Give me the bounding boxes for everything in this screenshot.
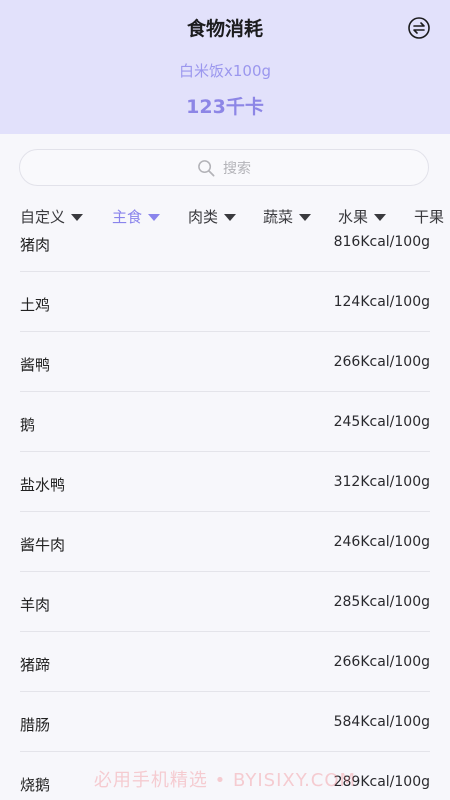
food-calories: 584Kcal/100g bbox=[333, 714, 430, 730]
list-item[interactable]: 鹅 245Kcal/100g bbox=[20, 392, 430, 452]
food-calories: 245Kcal/100g bbox=[333, 414, 430, 430]
food-calories: 816Kcal/100g bbox=[333, 234, 430, 250]
calorie-total: 123千卡 bbox=[186, 96, 264, 118]
search-placeholder: 搜索 bbox=[223, 161, 251, 177]
list-item[interactable]: 羊肉 285Kcal/100g bbox=[20, 572, 430, 632]
list-item[interactable]: 猪蹄 266Kcal/100g bbox=[20, 632, 430, 692]
food-name: 酱鸭 bbox=[20, 356, 51, 374]
food-name: 鹅 bbox=[20, 416, 36, 434]
search-icon bbox=[198, 159, 215, 176]
food-name: 土鸡 bbox=[20, 296, 51, 314]
app-screen: 食物消耗 白米饭x100g 123千卡 搜索 自定义 主食 肉类 蔬菜 水果 干… bbox=[0, 0, 450, 800]
watermark: 必用手机精选 • BYISIXY.COM bbox=[93, 770, 357, 791]
food-name: 腊肠 bbox=[20, 716, 51, 734]
food-calories: 124Kcal/100g bbox=[333, 294, 430, 310]
list-item[interactable]: 猪肉 816Kcal/100g bbox=[20, 212, 430, 272]
search-inner: 搜索 bbox=[197, 158, 251, 178]
list-item[interactable]: 土鸡 124Kcal/100g bbox=[20, 272, 430, 332]
header-panel: 食物消耗 白米饭x100g 123千卡 bbox=[0, 0, 450, 134]
food-calories: 266Kcal/100g bbox=[333, 354, 430, 370]
swap-button[interactable] bbox=[407, 16, 431, 40]
food-name: 酱牛肉 bbox=[20, 536, 66, 554]
search-input[interactable]: 搜索 bbox=[19, 149, 429, 186]
food-name: 猪蹄 bbox=[20, 656, 51, 674]
food-calories: 266Kcal/100g bbox=[333, 654, 430, 670]
page-title: 食物消耗 bbox=[186, 18, 263, 40]
selected-food: 白米饭x100g bbox=[178, 62, 272, 80]
list-item[interactable]: 腊肠 584Kcal/100g bbox=[20, 692, 430, 752]
food-name: 盐水鸭 bbox=[20, 476, 66, 494]
swap-arrows-icon bbox=[408, 17, 430, 39]
food-calories: 312Kcal/100g bbox=[333, 474, 430, 490]
food-calories: 285Kcal/100g bbox=[333, 594, 430, 610]
food-name: 猪肉 bbox=[20, 236, 51, 254]
list-item[interactable]: 酱牛肉 246Kcal/100g bbox=[20, 512, 430, 572]
list-item[interactable]: 酱鸭 266Kcal/100g bbox=[20, 332, 430, 392]
food-name: 羊肉 bbox=[20, 596, 51, 614]
list-item[interactable]: 盐水鸭 312Kcal/100g bbox=[20, 452, 430, 512]
food-calories: 246Kcal/100g bbox=[333, 534, 430, 550]
